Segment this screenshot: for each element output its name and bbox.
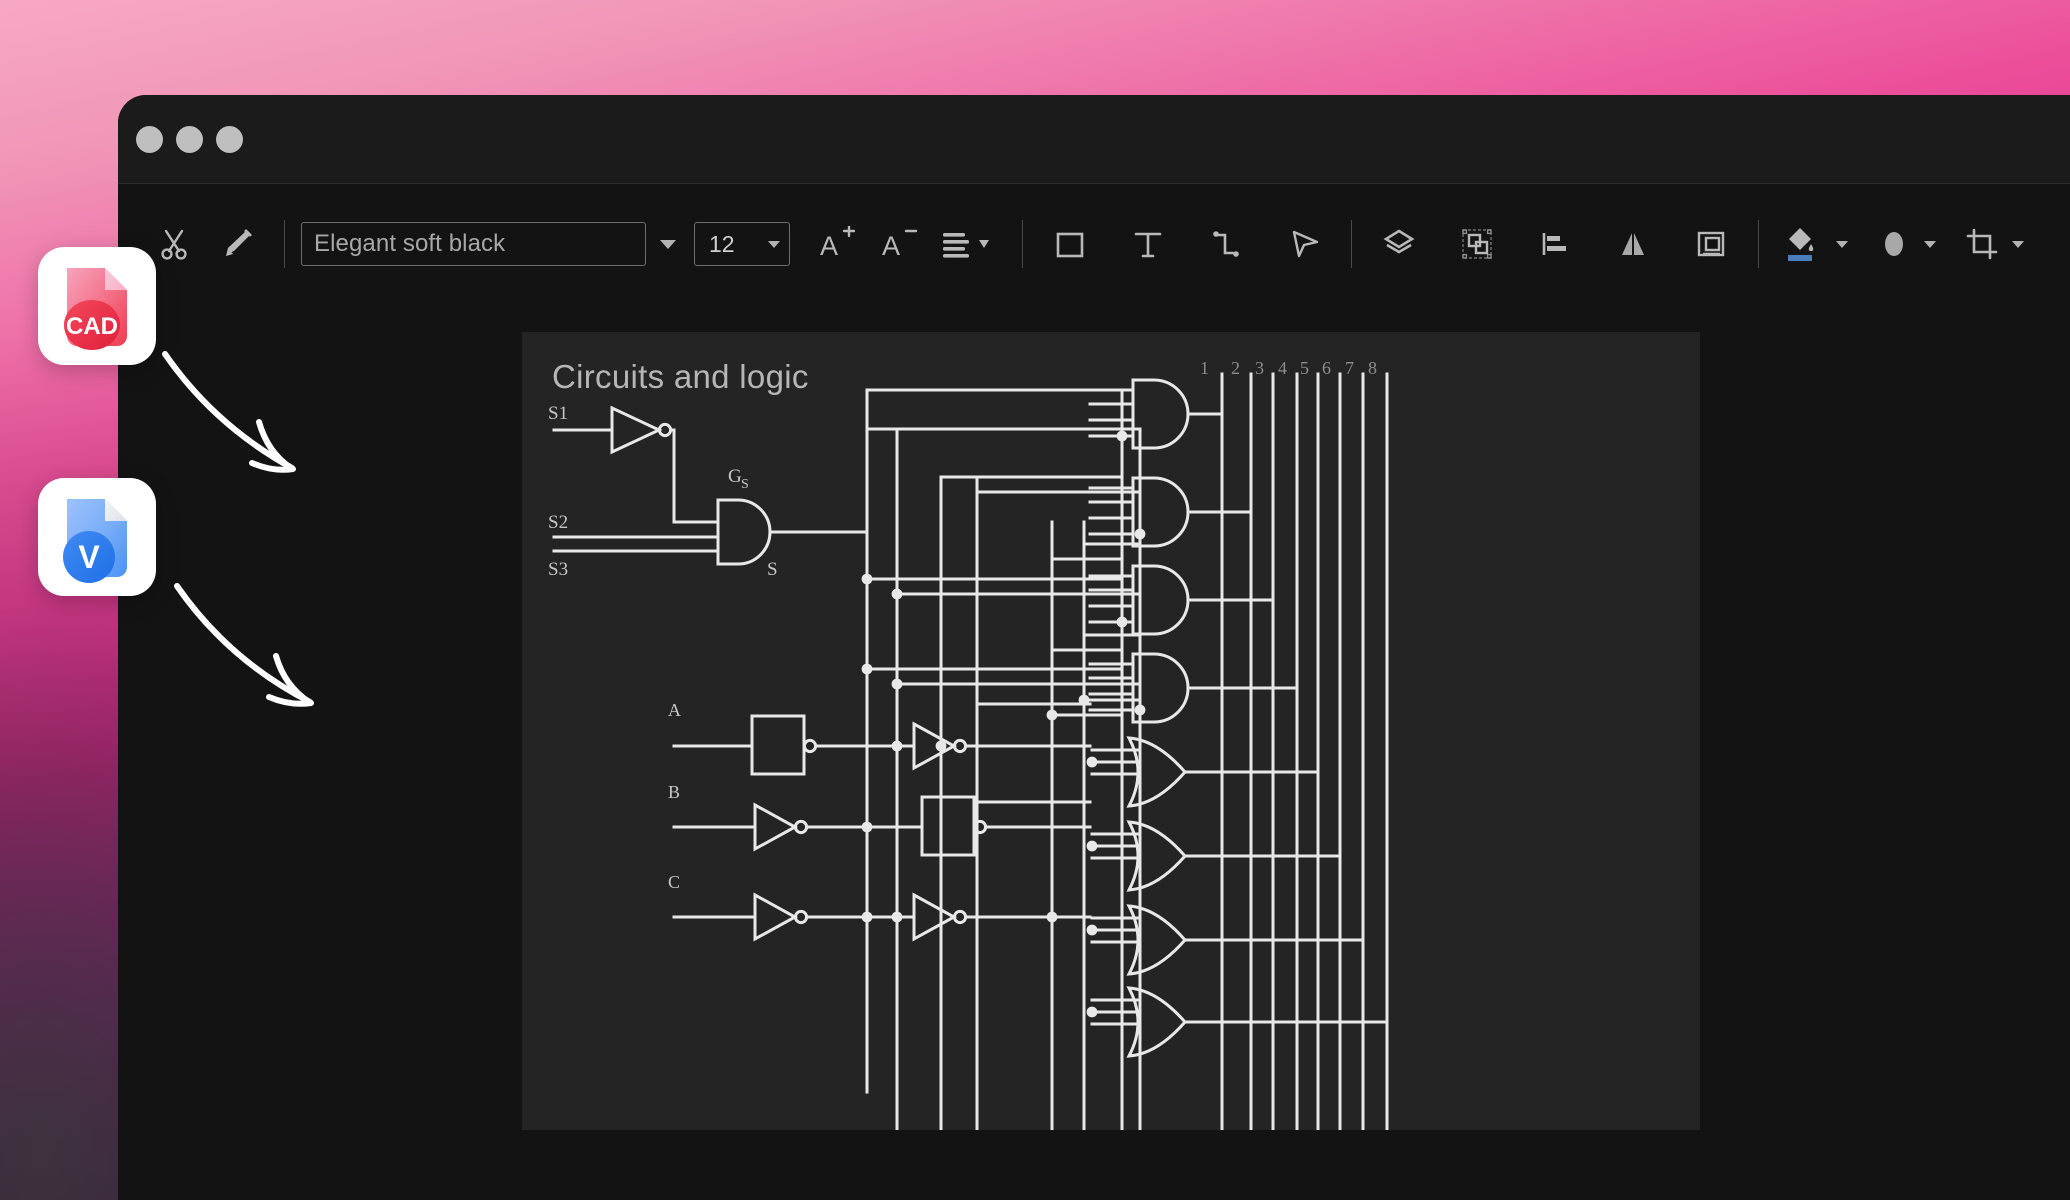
toolbar-divider-3 bbox=[1351, 220, 1352, 268]
font-name-input[interactable]: Elegant soft black bbox=[301, 222, 646, 266]
svg-text:A: A bbox=[820, 231, 838, 261]
pointer-icon[interactable] bbox=[1273, 213, 1335, 275]
font-name-dropdown-chevron-down-icon[interactable] bbox=[646, 222, 690, 266]
pin-label-5: 5 bbox=[1300, 358, 1309, 378]
label-a: A bbox=[668, 700, 681, 720]
label-gs-subscript: S bbox=[741, 477, 749, 492]
traffic-light-maximize[interactable] bbox=[216, 126, 243, 153]
circuit-diagram: 1 2 3 4 5 6 7 8 S1 S2 S3 G S S A B C bbox=[548, 358, 1389, 1130]
font-shrink-icon[interactable]: A bbox=[868, 213, 930, 275]
crop-chevron-down-icon[interactable] bbox=[2005, 240, 2031, 248]
fill-bucket-icon[interactable] bbox=[1775, 213, 1829, 275]
drawing-canvas[interactable]: Circuits and logic 1 2 3 4 5 6 7 8 S1 S2… bbox=[522, 332, 1700, 1130]
window-titlebar bbox=[118, 95, 2070, 184]
rectangle-icon[interactable] bbox=[1039, 213, 1101, 275]
toolbar-divider-4 bbox=[1758, 220, 1759, 268]
toolbar-divider-1 bbox=[284, 220, 285, 268]
cad-file-badge[interactable]: CAD bbox=[38, 247, 156, 365]
svg-text:A: A bbox=[882, 231, 900, 261]
label-s2: S2 bbox=[548, 512, 568, 533]
pin-number-labels: 1 2 3 4 5 6 7 8 bbox=[1200, 358, 1377, 378]
font-size-chevron-down-icon[interactable] bbox=[768, 240, 780, 248]
label-s1: S1 bbox=[548, 403, 568, 424]
label-gs: G bbox=[728, 466, 742, 487]
pin-label-3: 3 bbox=[1255, 358, 1264, 378]
label-s-output: S bbox=[767, 559, 778, 580]
cad-file-icon: CAD bbox=[64, 268, 127, 350]
arrow-to-cad bbox=[162, 351, 296, 473]
crop-icon[interactable] bbox=[1959, 213, 2005, 275]
pin-label-1: 1 bbox=[1200, 358, 1209, 378]
pin-label-4: 4 bbox=[1278, 358, 1287, 378]
vsd-badge-label: V bbox=[78, 539, 100, 575]
label-b: B bbox=[668, 782, 680, 802]
signal-name-labels: S1 S2 S3 G S S A B C bbox=[548, 403, 778, 892]
label-s3: S3 bbox=[548, 559, 568, 580]
pin-label-6: 6 bbox=[1322, 358, 1331, 378]
traffic-light-minimize[interactable] bbox=[176, 126, 203, 153]
pin-label-2: 2 bbox=[1231, 358, 1240, 378]
app-window: Elegant soft black 12 A A Circuits and l… bbox=[118, 95, 2070, 1200]
label-c: C bbox=[668, 872, 680, 892]
flip-icon[interactable] bbox=[1602, 213, 1664, 275]
font-name-value: Elegant soft black bbox=[314, 230, 506, 257]
group-icon[interactable] bbox=[1446, 213, 1508, 275]
position-icon[interactable] bbox=[1680, 213, 1742, 275]
vsd-file-icon: V bbox=[63, 499, 127, 583]
shape-outline-icon[interactable] bbox=[1871, 213, 1917, 275]
arrow-to-vsd bbox=[174, 583, 314, 707]
format-painter-icon[interactable] bbox=[206, 213, 268, 275]
font-grow-icon[interactable]: A bbox=[806, 213, 868, 275]
text-box-icon[interactable] bbox=[1117, 213, 1179, 275]
connector-icon[interactable] bbox=[1195, 213, 1257, 275]
toolbar-divider-2 bbox=[1022, 220, 1023, 268]
pin-label-7: 7 bbox=[1345, 358, 1354, 378]
shape-outline-chevron-down-icon[interactable] bbox=[1917, 240, 1943, 248]
formatting-toolbar: Elegant soft black 12 A A bbox=[118, 184, 2070, 304]
pin-label-8: 8 bbox=[1368, 358, 1377, 378]
font-size-input[interactable]: 12 bbox=[694, 222, 790, 266]
layers-icon[interactable] bbox=[1368, 213, 1430, 275]
align-left-icon[interactable] bbox=[1524, 213, 1586, 275]
font-size-value: 12 bbox=[709, 230, 735, 257]
vsd-file-badge[interactable]: V bbox=[38, 478, 156, 596]
fill-color-chevron-down-icon[interactable] bbox=[1829, 240, 1855, 248]
paragraph-align-icon[interactable] bbox=[930, 213, 1006, 275]
traffic-light-close[interactable] bbox=[136, 126, 163, 153]
cad-badge-label: CAD bbox=[66, 313, 118, 340]
